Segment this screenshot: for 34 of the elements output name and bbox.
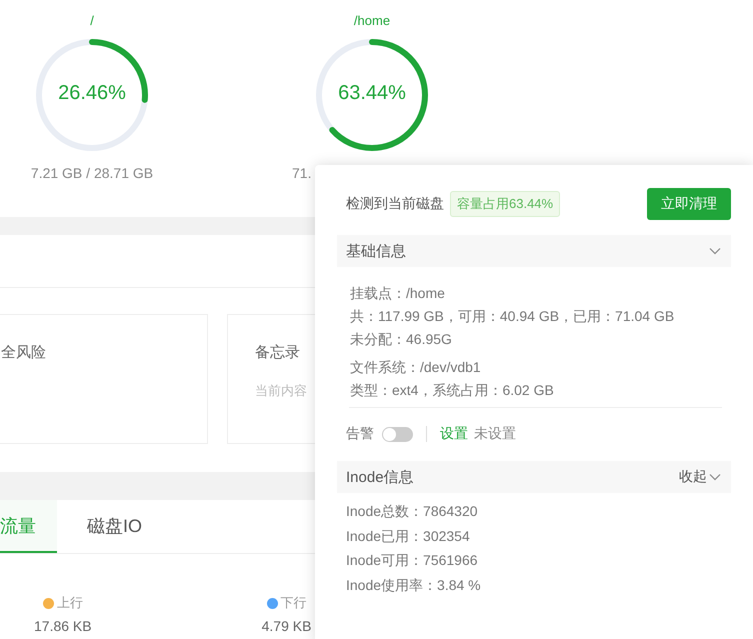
detected-label: 检测到当前磁盘	[346, 195, 444, 213]
mount-path: /home	[354, 13, 390, 30]
section-header[interactable]: 基础信息	[337, 235, 731, 267]
inode-text: Inode已用：302354	[346, 526, 471, 546]
mount-path: /	[90, 13, 94, 30]
section-title: Inode信息	[346, 468, 414, 486]
info-text: 未分配：46.95G	[350, 330, 453, 349]
usage-tag: 容量占用63.44%	[450, 191, 560, 217]
collapse-toggle[interactable]: 收起	[679, 468, 721, 486]
info-text: 文件系统：/dev/vdb1	[350, 358, 482, 377]
inode-text: Inode可用：7561966	[346, 551, 479, 570]
legend-label: 下行	[280, 594, 307, 612]
info-text: 挂载点：/home	[350, 284, 446, 303]
inode-text: Inode总数：7864320	[346, 502, 479, 521]
card-title: 备忘录	[255, 343, 301, 362]
disk-usage: 71.	[292, 165, 312, 181]
card-title: 全风险	[1, 343, 47, 362]
disk-usage: 7.21 GB / 28.71 GB	[30, 165, 154, 181]
usage-percent: 63.44%	[337, 82, 407, 105]
info-text: 类型：ext4，系统占用：6.02 GB	[350, 381, 555, 400]
legend-label: 上行	[56, 594, 83, 612]
card-text: 当前内容	[255, 382, 307, 400]
alert-label: 告警	[346, 425, 374, 443]
traffic-value: 4.79 KB	[262, 618, 312, 634]
section-title: 基础信息	[346, 242, 406, 260]
info-text: 共：117.99 GB，可用：40.94 GB，已用：71.04 GB	[350, 307, 676, 326]
tab[interactable]: 磁盘IO	[57, 500, 172, 553]
chevron-down-icon	[709, 247, 721, 255]
alert-status: 未设置	[474, 425, 516, 443]
inode-text: Inode使用率：3.84 %	[346, 576, 482, 594]
chevron-down-icon	[709, 473, 721, 481]
traffic-value: 17.86 KB	[34, 618, 92, 634]
usage-percent: 26.46%	[57, 82, 127, 105]
alert-switch[interactable]	[382, 426, 413, 442]
